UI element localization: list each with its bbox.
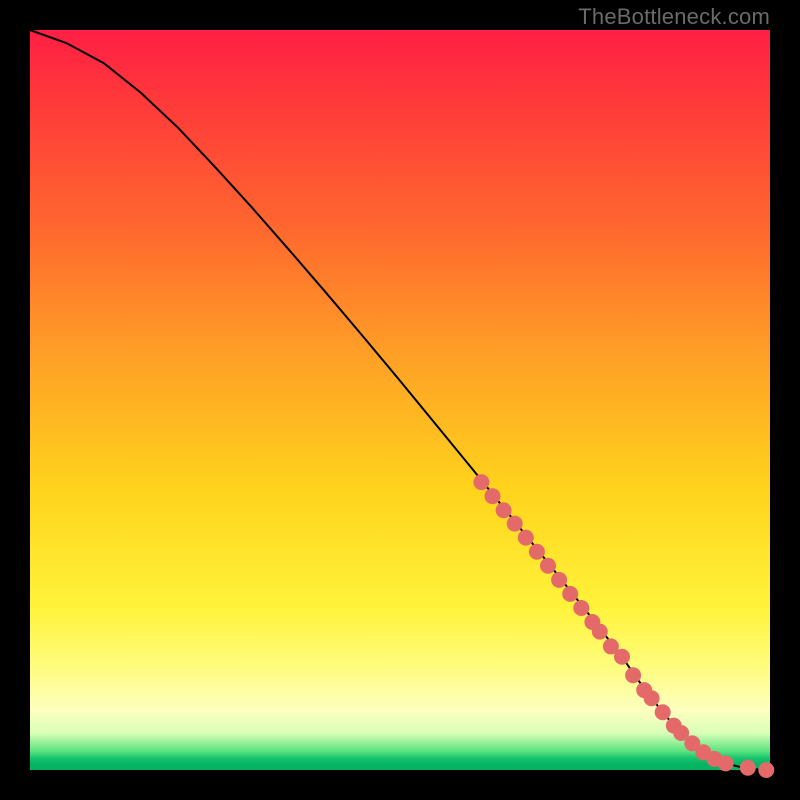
highlight-point [485, 488, 501, 504]
highlight-point [718, 755, 734, 771]
highlight-point [540, 558, 556, 574]
highlight-point [758, 762, 774, 778]
highlight-point [518, 530, 534, 546]
highlight-point [562, 586, 578, 602]
highlight-point [529, 544, 545, 560]
highlight-point [496, 502, 512, 518]
highlighted-points [473, 474, 774, 778]
highlight-point [655, 704, 671, 720]
highlight-point [573, 600, 589, 616]
highlight-point [644, 690, 660, 706]
highlight-point [625, 667, 641, 683]
highlight-point [473, 474, 489, 490]
chart-stage: TheBottleneck.com [0, 0, 800, 800]
plot-area [30, 30, 770, 770]
highlight-point [740, 760, 756, 776]
highlight-point [551, 572, 567, 588]
bottleneck-curve-line [30, 30, 770, 770]
watermark-text: TheBottleneck.com [578, 4, 770, 30]
highlight-point [592, 624, 608, 640]
chart-svg [30, 30, 770, 770]
highlight-point [507, 516, 523, 532]
highlight-point [614, 649, 630, 665]
